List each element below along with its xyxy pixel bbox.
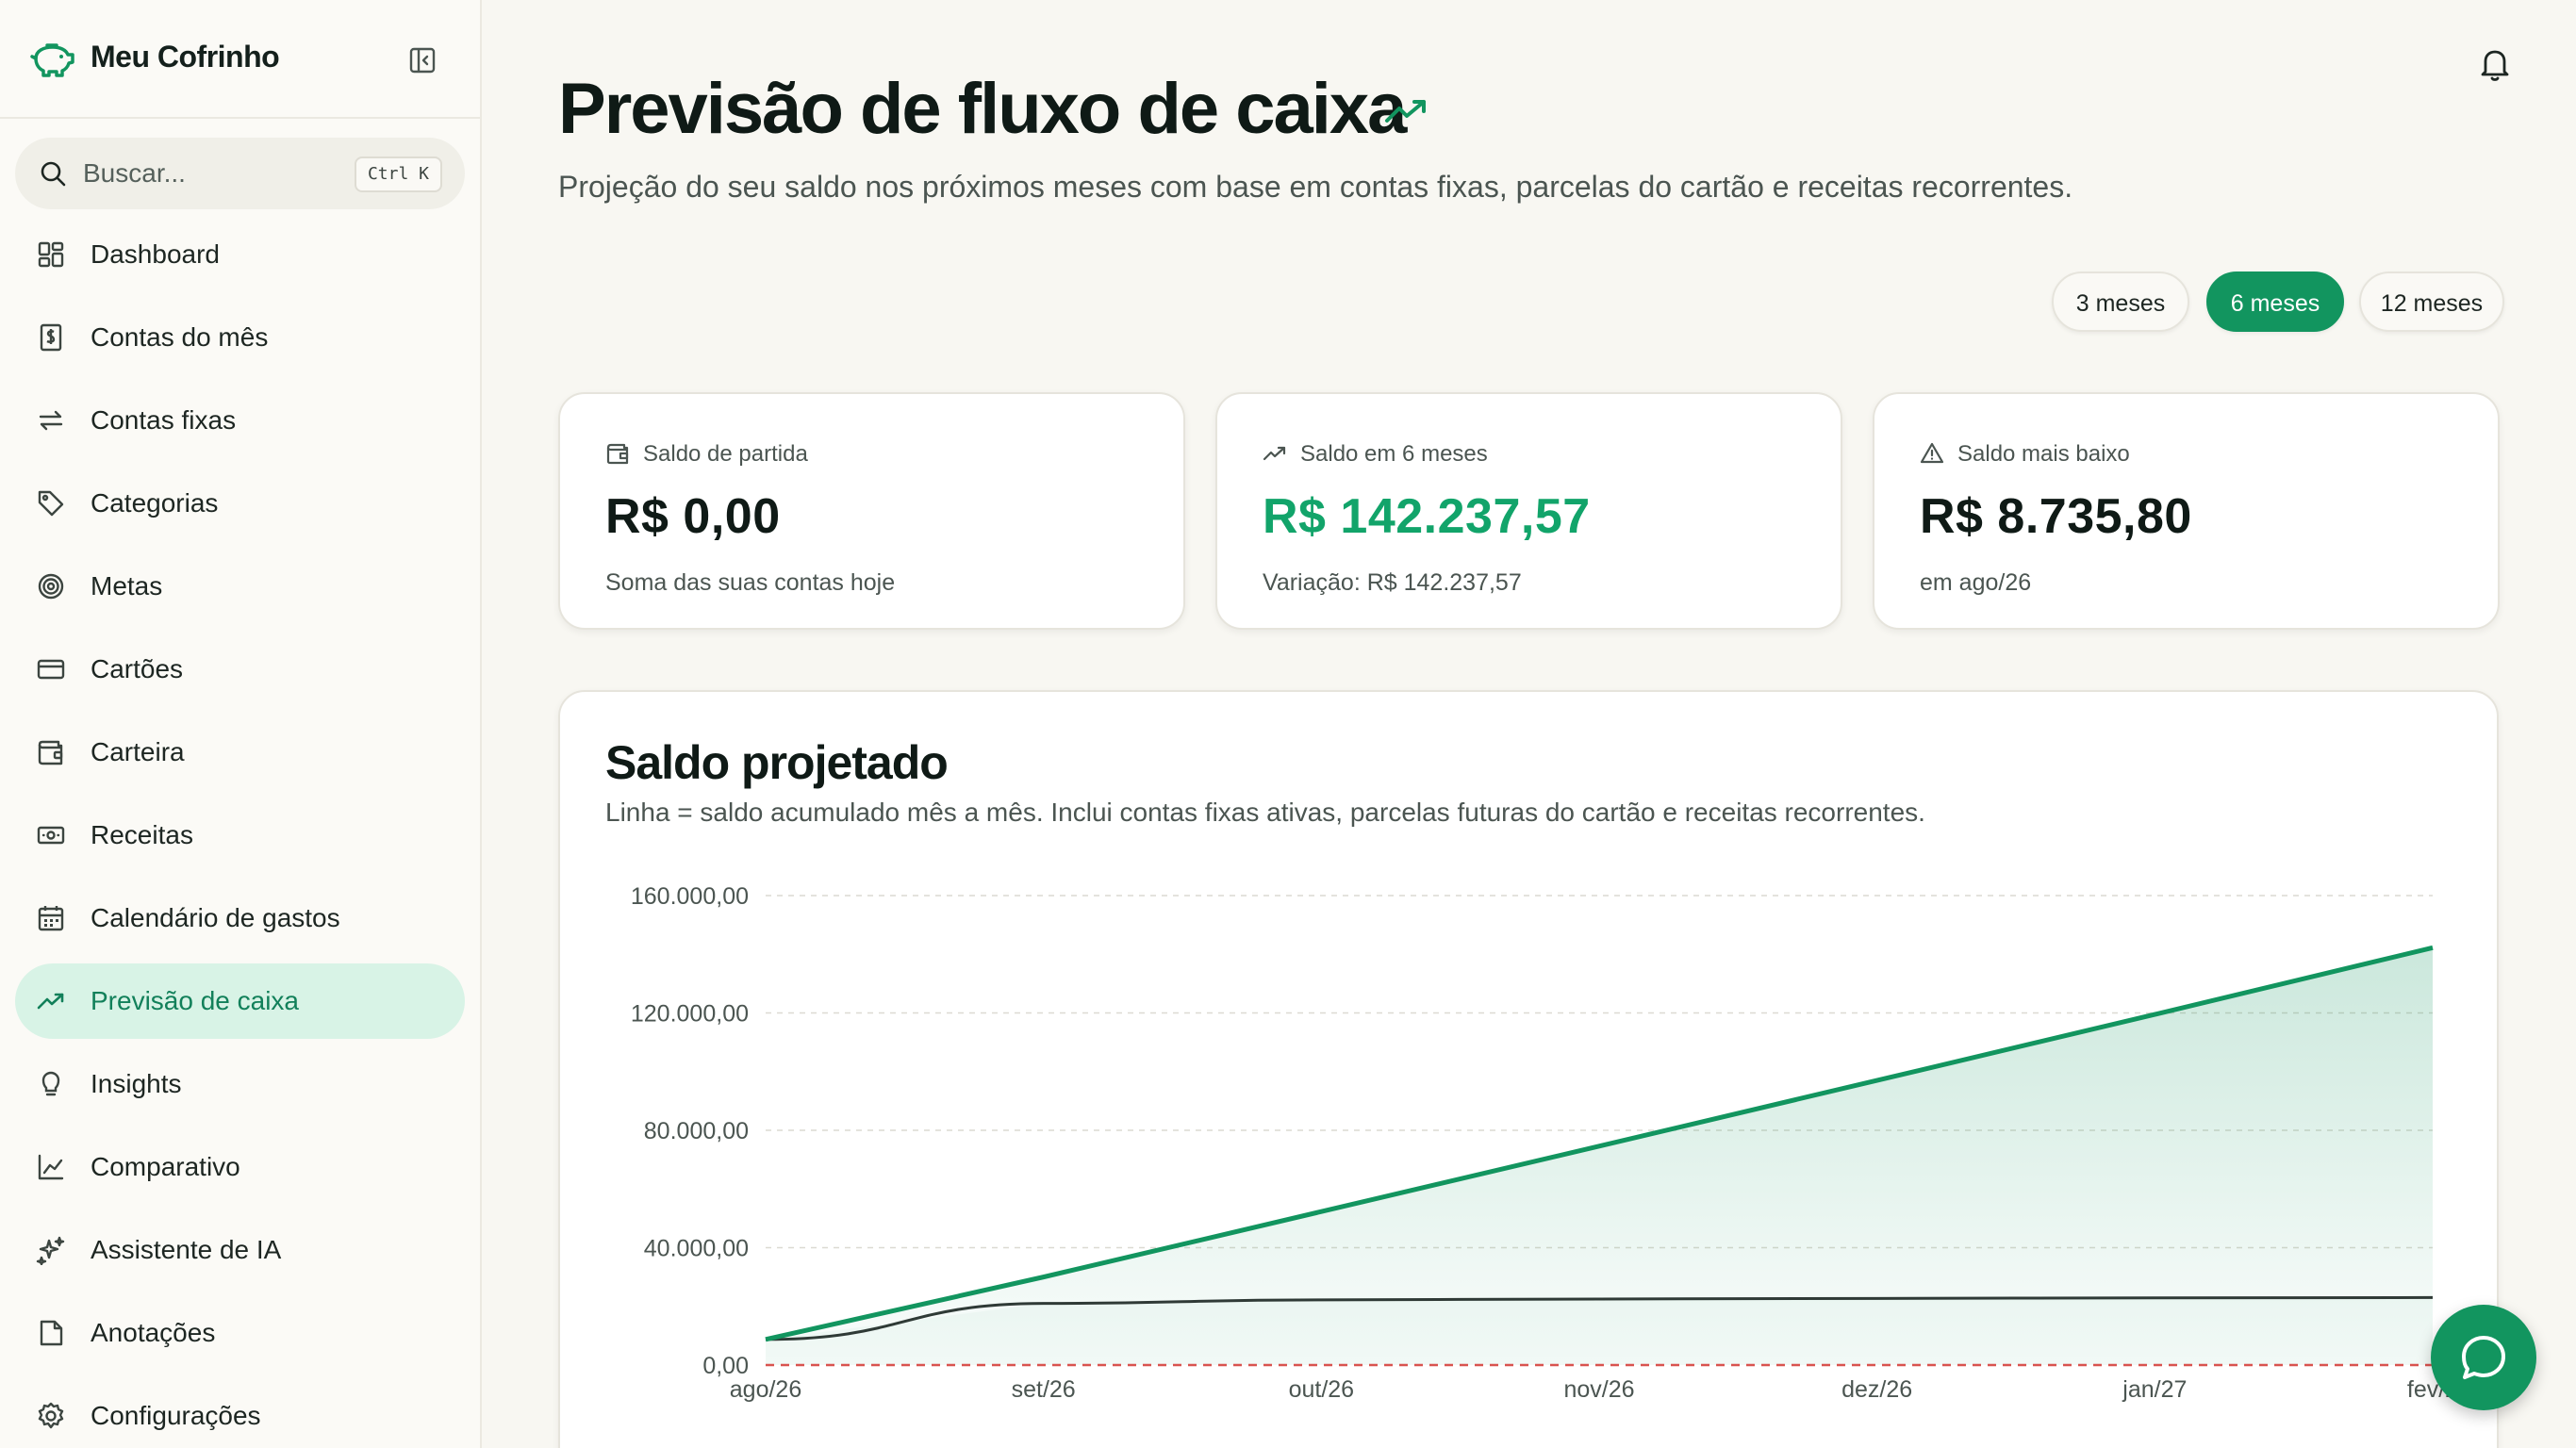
sidebar-item-assistente-ia[interactable]: Assistente de IA — [15, 1212, 465, 1288]
wallet-icon — [38, 740, 63, 765]
sidebar-item-label: Cartões — [91, 654, 184, 683]
card-value: R$ 8.735,80 — [1920, 489, 2192, 544]
gear-icon — [38, 1402, 64, 1429]
card-subtext: Variação: R$ 142.237,57 — [1263, 569, 1522, 596]
sidebar-item-receitas[interactable]: Receitas — [15, 798, 465, 873]
period-3-meses-button[interactable]: 3 meses — [2052, 272, 2189, 332]
sidebar-item-label: Configurações — [91, 1401, 261, 1430]
search-placeholder: Buscar... — [83, 158, 186, 188]
sidebar-item-comparativo[interactable]: Comparativo — [15, 1129, 465, 1205]
sidebar-item-contas-do-mes[interactable]: Contas do mês — [15, 300, 465, 375]
target-icon — [38, 573, 64, 600]
sidebar-item-contas-fixas[interactable]: Contas fixas — [15, 383, 465, 458]
sidebar-item-label: Comparativo — [91, 1152, 240, 1181]
saldo-projetado-chart: 0,00 40.000,00 80.000,00 120.000,00 160.000,… — [631, 883, 2458, 1403]
trending-up-icon — [37, 993, 64, 1010]
series-1-area — [766, 947, 2433, 1365]
search-shortcut-badge: Ctrl K — [354, 156, 442, 192]
trending-up-icon — [1263, 446, 1286, 461]
card-saldo-em-6-meses: Saldo em 6 meses R$ 142.237,57 Variação:… — [1215, 392, 1842, 630]
y-tick-label: 160.000,00 — [631, 883, 749, 910]
sidebar-item-dashboard[interactable]: Dashboard — [15, 217, 465, 292]
card-saldo-mais-baixo: Saldo mais baixo R$ 8.735,80 em ago/26 — [1873, 392, 2500, 630]
page-subtitle: Projeção do seu saldo nos próximos meses… — [558, 170, 2073, 204]
receipt-icon — [40, 323, 62, 352]
credit-card-icon — [37, 659, 65, 680]
sidebar-item-label: Previsão de caixa — [91, 986, 300, 1015]
card-subtext: Soma das suas contas hoje — [605, 569, 896, 596]
card-label: Saldo em 6 meses — [1300, 441, 1488, 467]
x-tick-label: nov/26 — [1563, 1376, 1634, 1403]
card-label: Saldo mais baixo — [1957, 441, 2130, 467]
card-saldo-de-partida: Saldo de partida R$ 0,00 Soma das suas c… — [558, 392, 1185, 630]
card-subtext: em ago/26 — [1920, 569, 2032, 596]
chat-bubble-icon — [2462, 1336, 2505, 1379]
lightbulb-icon — [41, 1071, 60, 1096]
sidebar-item-label: Calendário de gastos — [91, 903, 340, 932]
piggy-bank-icon — [30, 43, 74, 77]
search-input[interactable]: Buscar... Ctrl K — [15, 138, 465, 209]
y-tick-label: 120.000,00 — [631, 1001, 749, 1028]
card-value: R$ 0,00 — [605, 489, 781, 544]
x-tick-label: ago/26 — [730, 1376, 801, 1403]
sidebar-nav: Dashboard Contas do mês Contas fixas Cat… — [0, 217, 480, 1448]
wallet-icon — [606, 443, 629, 465]
card-label: Saldo de partida — [643, 441, 808, 467]
x-tick-label: out/26 — [1289, 1376, 1355, 1403]
sidebar-item-label: Assistente de IA — [91, 1235, 282, 1264]
sidebar-item-label: Carteira — [91, 737, 185, 766]
app-name: Meu Cofrinho — [91, 40, 280, 74]
chat-assistant-button[interactable] — [2431, 1305, 2536, 1410]
y-tick-label: 40.000,00 — [644, 1236, 749, 1262]
y-tick-label: 0,00 — [702, 1353, 749, 1379]
brand-header: Meu Cofrinho — [0, 0, 480, 119]
alert-triangle-icon — [1920, 442, 1944, 464]
period-6-meses-button[interactable]: 6 meses — [2206, 272, 2344, 332]
y-tick-label: 80.000,00 — [644, 1118, 749, 1144]
sidebar-item-label: Metas — [91, 571, 163, 601]
x-tick-label: jan/27 — [2122, 1376, 2187, 1403]
sidebar-item-label: Categorias — [91, 488, 219, 518]
chart-card: Saldo projetado Linha = saldo acumulado … — [558, 690, 2499, 1448]
sidebar: Meu Cofrinho Buscar... Ctrl K Dashboard … — [0, 0, 482, 1448]
sparkles-icon — [36, 1236, 65, 1265]
x-tick-label: dez/26 — [1841, 1376, 1912, 1403]
note-icon — [40, 1320, 63, 1346]
sidebar-item-previsao-de-caixa[interactable]: Previsão de caixa — [15, 963, 465, 1039]
x-tick-label: set/26 — [1012, 1376, 1076, 1403]
trending-up-icon — [1385, 100, 1426, 123]
sidebar-item-categorias[interactable]: Categorias — [15, 466, 465, 541]
tag-icon — [38, 490, 64, 517]
banknote-icon — [37, 826, 65, 845]
period-12-meses-button[interactable]: 12 meses — [2359, 272, 2504, 332]
sidebar-item-insights[interactable]: Insights — [15, 1046, 465, 1122]
dashboard-icon — [38, 241, 64, 268]
page-title: Previsão de fluxo de caixa — [558, 69, 1407, 149]
line-chart-icon — [38, 1154, 64, 1180]
sidebar-item-metas[interactable]: Metas — [15, 549, 465, 624]
sidebar-item-label: Anotações — [91, 1318, 216, 1347]
calendar-icon — [38, 906, 64, 931]
sidebar-item-cartoes[interactable]: Cartões — [15, 632, 465, 707]
sidebar-item-anotacoes[interactable]: Anotações — [15, 1295, 465, 1371]
sidebar-item-configuracoes[interactable]: Configurações — [15, 1378, 465, 1448]
sidebar-item-label: Contas do mês — [91, 322, 269, 352]
sidebar-collapse-icon[interactable] — [407, 45, 438, 75]
card-value: R$ 142.237,57 — [1263, 489, 1591, 544]
repeat-icon — [39, 410, 63, 431]
sidebar-item-label: Receitas — [91, 820, 193, 849]
search-icon — [41, 161, 66, 187]
notifications-bell-icon[interactable] — [2476, 45, 2514, 83]
sidebar-item-label: Contas fixas — [91, 405, 237, 435]
sidebar-item-label: Insights — [91, 1069, 182, 1098]
sidebar-item-carteira[interactable]: Carteira — [15, 715, 465, 790]
sidebar-item-label: Dashboard — [91, 239, 220, 269]
sidebar-item-calendario[interactable]: Calendário de gastos — [15, 880, 465, 956]
